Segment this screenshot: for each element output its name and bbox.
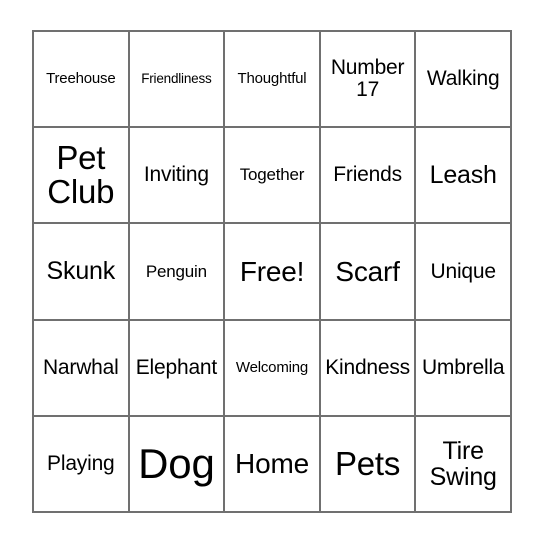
bingo-cell[interactable]: Unique: [416, 224, 512, 321]
bingo-cell-label: Welcoming: [235, 358, 309, 376]
bingo-cell-label: Scarf: [335, 255, 400, 287]
bingo-cell[interactable]: Pets: [320, 416, 417, 513]
bingo-cell[interactable]: Together: [225, 128, 321, 225]
bingo-cell[interactable]: Treehouse: [34, 32, 130, 129]
bingo-cell-label: Treehouse: [46, 70, 116, 88]
bingo-cell-label: Friendliness: [141, 71, 212, 87]
bingo-cell-label: Pets: [334, 444, 401, 482]
bingo-cell[interactable]: Narwhal: [34, 320, 130, 417]
bingo-cell-label: Number 17: [330, 56, 405, 102]
bingo-cell[interactable]: Thoughtful: [225, 32, 321, 129]
bingo-cell[interactable]: Free!: [225, 224, 321, 321]
bingo-cell[interactable]: Walking: [416, 32, 512, 129]
bingo-cell[interactable]: Scarf: [320, 224, 417, 321]
bingo-cell[interactable]: Playing: [34, 416, 130, 513]
bingo-cell[interactable]: Penguin: [129, 224, 226, 321]
bingo-cell-label: Free!: [239, 255, 305, 287]
bingo-cell[interactable]: Elephant: [129, 320, 226, 417]
bingo-cell-label: Together: [239, 165, 305, 185]
bingo-cell-label: Tire Swing: [429, 436, 497, 491]
bingo-cell-label: Elephant: [135, 355, 218, 379]
bingo-cell[interactable]: Welcoming: [225, 320, 321, 417]
bingo-card-grid: Treehouse Friendliness Thoughtful Number 17…: [32, 30, 512, 513]
bingo-cell-label: Walking: [426, 67, 500, 91]
bingo-cell-label: Leash: [429, 161, 497, 190]
bingo-cell-label: Dog: [138, 440, 215, 488]
bingo-cell[interactable]: Skunk: [34, 224, 130, 321]
bingo-cell-label: Unique: [430, 259, 497, 283]
bingo-cell[interactable]: Tire Swing: [416, 416, 512, 513]
bingo-cell-label: Home: [235, 448, 309, 480]
bingo-cell[interactable]: Friends: [320, 128, 417, 225]
bingo-cell-label: Thoughtful: [237, 70, 307, 88]
bingo-cell-label: Playing: [47, 451, 115, 475]
bingo-cell[interactable]: Pet Club: [34, 128, 130, 225]
bingo-cell-label: Pet Club: [47, 138, 115, 211]
bingo-cell-label: Friends: [333, 163, 402, 187]
bingo-cell[interactable]: Umbrella: [416, 320, 512, 417]
bingo-cell[interactable]: Number 17: [320, 32, 417, 129]
bingo-cell[interactable]: Dog: [129, 416, 226, 513]
bingo-cell[interactable]: Home: [225, 416, 321, 513]
bingo-cell[interactable]: Inviting: [129, 128, 226, 225]
bingo-cell-label: Narwhal: [42, 355, 119, 379]
bingo-cell[interactable]: Leash: [416, 128, 512, 225]
bingo-cell-label: Umbrella: [421, 355, 505, 379]
bingo-cell-label: Kindness: [325, 355, 410, 379]
bingo-cell-label: Penguin: [145, 261, 207, 281]
bingo-cell-label: Inviting: [143, 163, 209, 187]
bingo-cell[interactable]: Kindness: [320, 320, 417, 417]
bingo-cell-label: Skunk: [46, 257, 116, 286]
bingo-cell[interactable]: Friendliness: [129, 32, 226, 129]
